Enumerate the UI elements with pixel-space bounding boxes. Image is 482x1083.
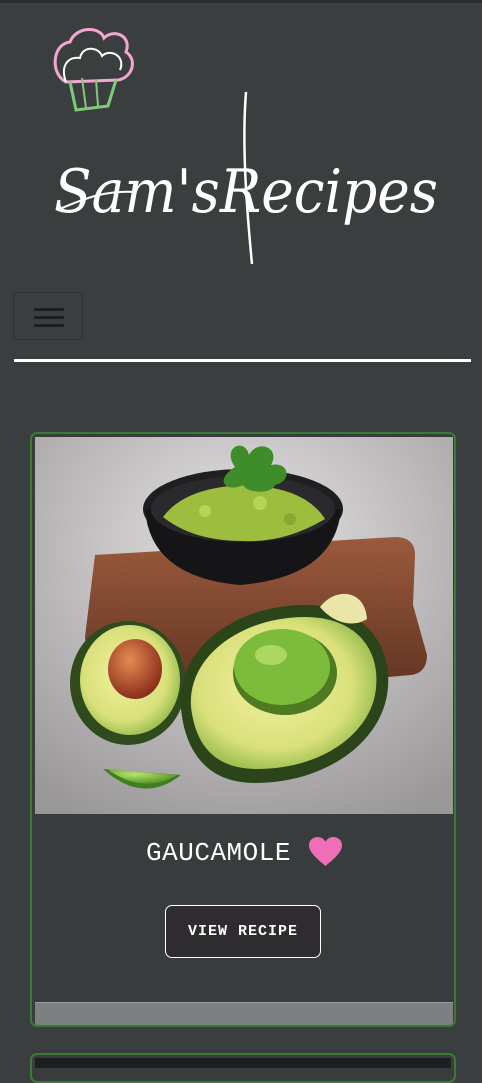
header-divider xyxy=(14,359,471,362)
chef-hat-icon xyxy=(53,28,134,112)
recipe-card-footer xyxy=(35,1002,453,1025)
recipe-image[interactable] xyxy=(35,437,453,814)
site-logo[interactable]: Sam'sRecipes xyxy=(46,22,442,270)
recipe-card-body: GAUCAMOLE VIEW RECIPE xyxy=(35,814,453,1002)
recipe-title-row: GAUCAMOLE xyxy=(35,835,453,871)
hamburger-icon-line xyxy=(34,308,64,311)
recipe-card: GAUCAMOLE VIEW RECIPE xyxy=(30,432,456,1027)
navbar-toggle-button[interactable] xyxy=(13,292,83,340)
heart-icon[interactable] xyxy=(308,837,342,867)
recipe-title: GAUCAMOLE xyxy=(146,838,291,868)
next-recipe-image[interactable] xyxy=(35,1058,451,1068)
view-recipe-button[interactable]: VIEW RECIPE xyxy=(165,905,321,958)
next-recipe-card xyxy=(30,1053,456,1083)
hamburger-icon-line xyxy=(34,316,64,319)
hamburger-icon-line xyxy=(34,324,64,327)
top-edge xyxy=(0,0,482,3)
